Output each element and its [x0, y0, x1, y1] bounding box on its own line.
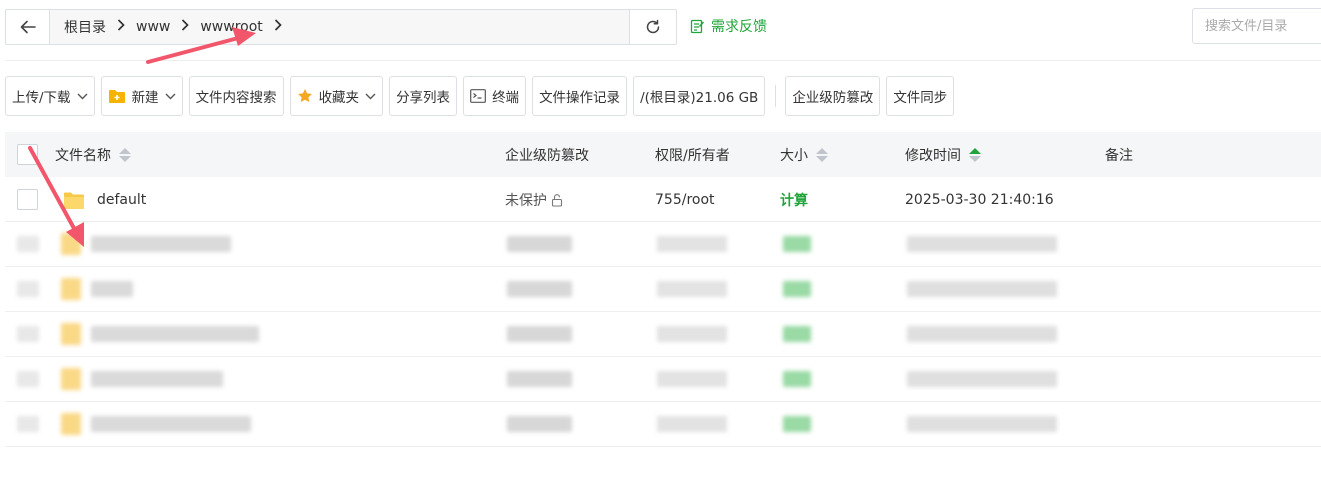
row-checkbox[interactable] — [17, 189, 38, 210]
share-list-label: 分享列表 — [396, 90, 451, 106]
permission-link[interactable]: 755/root — [655, 192, 715, 208]
back-button[interactable] — [6, 10, 50, 44]
table-row-redacted[interactable] — [5, 402, 1321, 447]
folder-icon — [61, 278, 81, 300]
table-row-redacted[interactable] — [5, 357, 1321, 402]
table-row[interactable]: default 未保护 755/root 计算 2025-03-30 21:40… — [5, 177, 1321, 222]
chevron-right-icon — [269, 19, 287, 35]
unlock-icon — [551, 193, 563, 207]
new-label: 新建 — [131, 90, 159, 106]
chevron-down-icon — [165, 93, 176, 100]
header-mtime: 修改时间 — [905, 147, 961, 164]
op-log-button[interactable]: 文件操作记录 — [532, 76, 628, 116]
file-sync-button[interactable]: 文件同步 — [886, 76, 955, 116]
tamper-status-label: 未保护 — [505, 192, 547, 209]
header-name: 文件名称 — [55, 147, 111, 164]
sort-icon — [816, 147, 828, 162]
sort-asc-icon — [969, 147, 981, 162]
op-log-label: 文件操作记录 — [539, 90, 621, 106]
sort-name-header[interactable]: 文件名称 — [55, 132, 131, 177]
feedback-label: 需求反馈 — [711, 19, 767, 35]
tamper-status[interactable]: 未保护 — [505, 190, 564, 210]
breadcrumb-label: wwwroot — [200, 19, 263, 35]
star-icon — [297, 88, 313, 104]
feedback-link[interactable]: 需求反馈 — [690, 16, 767, 36]
disk-usage-button[interactable]: /(根目录)21.06 GB — [633, 76, 766, 116]
path-bar: 根目录 www wwwroot — [5, 9, 677, 45]
file-name-link[interactable]: default — [97, 192, 146, 208]
folder-icon — [61, 413, 81, 435]
header-note: 备注 — [1105, 147, 1133, 164]
upload-download-button[interactable]: 上传/下载 — [5, 76, 95, 116]
sort-mtime-header[interactable]: 修改时间 — [905, 132, 981, 177]
content-search-label: 文件内容搜索 — [195, 90, 277, 106]
content-search-button[interactable]: 文件内容搜索 — [188, 76, 284, 116]
arrow-left-icon — [20, 20, 36, 34]
edit-note-icon — [690, 19, 705, 33]
terminal-label: 终端 — [492, 90, 520, 106]
tamper-proof-label: 企业级防篡改 — [792, 90, 874, 106]
table-row-redacted[interactable] — [5, 267, 1321, 312]
new-folder-icon — [108, 88, 126, 104]
chevron-down-icon — [365, 93, 376, 100]
table-row-redacted[interactable] — [5, 312, 1321, 357]
chevron-down-icon — [77, 93, 88, 100]
breadcrumb-item-root[interactable]: 根目录 — [58, 17, 130, 37]
table-row-redacted[interactable] — [5, 222, 1321, 267]
chevron-right-icon — [112, 19, 130, 35]
new-button[interactable]: 新建 — [100, 76, 183, 116]
terminal-button[interactable]: 终端 — [463, 76, 527, 116]
toolbar: 上传/下载 新建 文件内容搜索 收藏夹 分享列表 终端 文件操作记录 /(根目录… — [5, 76, 960, 116]
mtime-value: 2025-03-30 21:40:16 — [905, 191, 1054, 208]
chevron-right-icon — [176, 19, 194, 35]
folder-icon — [64, 192, 84, 209]
breadcrumb-label: 根目录 — [64, 20, 106, 36]
file-sync-label: 文件同步 — [893, 90, 948, 106]
file-table: 文件名称 企业级防篡改 权限/所有者 大小 修改时间 备注 default 未保… — [5, 132, 1321, 447]
search-input[interactable] — [1192, 8, 1321, 44]
header-size: 大小 — [780, 147, 808, 164]
calc-size-link[interactable]: 计算 — [780, 190, 808, 210]
favorites-label: 收藏夹 — [318, 90, 360, 106]
refresh-button[interactable] — [630, 10, 676, 44]
select-all-checkbox[interactable] — [17, 144, 38, 165]
breadcrumb: 根目录 www wwwroot — [50, 10, 630, 44]
sort-size-header[interactable]: 大小 — [780, 132, 828, 177]
folder-icon — [61, 233, 81, 255]
table-header: 文件名称 企业级防篡改 权限/所有者 大小 修改时间 备注 — [5, 132, 1321, 177]
breadcrumb-label: www — [136, 19, 171, 35]
header-perm: 权限/所有者 — [655, 147, 730, 164]
folder-icon — [61, 323, 81, 345]
breadcrumb-item-www[interactable]: www — [130, 19, 194, 35]
sort-icon — [119, 147, 131, 162]
folder-icon — [61, 368, 81, 390]
terminal-icon — [470, 89, 486, 103]
refresh-icon — [646, 19, 660, 34]
favorites-button[interactable]: 收藏夹 — [289, 76, 384, 116]
tamper-proof-button[interactable]: 企业级防篡改 — [785, 76, 881, 116]
divider — [5, 60, 1321, 61]
disk-usage-label: /(根目录)21.06 GB — [640, 90, 759, 106]
breadcrumb-item-wwwroot[interactable]: wwwroot — [194, 19, 286, 35]
share-list-button[interactable]: 分享列表 — [389, 76, 458, 116]
toolbar-divider — [775, 85, 777, 107]
upload-download-label: 上传/下载 — [12, 90, 71, 106]
header-tamper: 企业级防篡改 — [505, 147, 589, 164]
